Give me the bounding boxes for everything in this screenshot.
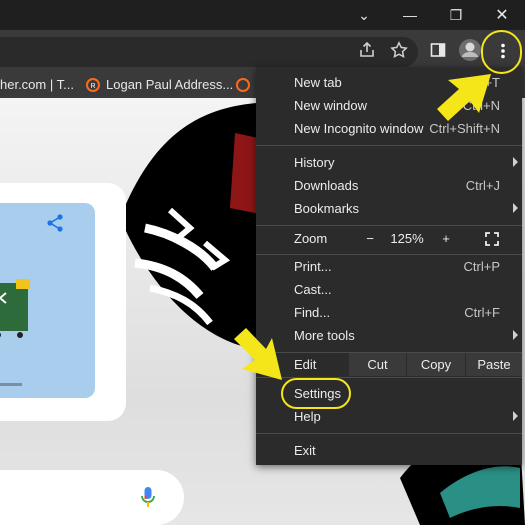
menu-item-new-window[interactable]: New window Ctrl+N <box>256 94 522 117</box>
browser-toolbar <box>0 30 525 72</box>
menu-item-label: Print... <box>294 259 332 274</box>
bookmark-favicon-icon: R <box>86 78 100 92</box>
microphone-icon[interactable] <box>140 486 156 508</box>
zoom-level: 125% <box>390 231 424 246</box>
bookmark-star-icon[interactable] <box>386 37 412 63</box>
menu-item-new-incognito-window[interactable]: New Incognito window Ctrl+Shift+N <box>256 117 522 140</box>
share-icon[interactable] <box>45 213 65 233</box>
menu-item-label: New window <box>294 98 367 113</box>
card-illustration <box>0 279 30 338</box>
menu-item-history[interactable]: History <box>256 151 522 174</box>
submenu-arrow-icon <box>513 157 518 167</box>
menu-item-bookmarks[interactable]: Bookmarks <box>256 197 522 220</box>
bookmark-item[interactable]: her.com | T... <box>0 77 74 92</box>
menu-item-label: New tab <box>294 75 342 90</box>
submenu-arrow-icon <box>513 330 518 340</box>
card-progress-line <box>0 383 22 386</box>
title-bar: ⌄ — ❐ ✕ <box>0 0 525 30</box>
zoom-in-button[interactable]: + <box>432 227 460 250</box>
highlight-circle-settings <box>281 378 351 409</box>
menu-separator <box>256 145 522 146</box>
menu-item-exit[interactable]: Exit <box>256 439 522 462</box>
bookmark-item[interactable]: Logan Paul Address... <box>106 77 233 92</box>
menu-item-label: More tools <box>294 328 355 343</box>
profile-avatar[interactable] <box>457 37 483 63</box>
side-panel-icon[interactable] <box>425 37 451 63</box>
restore-button[interactable]: ❐ <box>433 0 479 30</box>
svg-text:R: R <box>90 83 95 90</box>
fullscreen-icon[interactable] <box>478 227 506 250</box>
zoom-out-button[interactable]: − <box>356 227 384 250</box>
bookmark-favicon-icon <box>236 78 250 92</box>
menu-separator <box>256 433 522 434</box>
paste-button[interactable]: Paste <box>466 353 522 376</box>
close-button[interactable]: ✕ <box>479 0 525 30</box>
menu-item-label: History <box>294 155 335 170</box>
highlight-circle-more-menu <box>481 30 522 74</box>
menu-item-downloads[interactable]: Downloads Ctrl+J <box>256 174 522 197</box>
share-icon[interactable] <box>354 37 380 63</box>
minimize-button[interactable]: — <box>387 0 433 30</box>
menu-item-cast[interactable]: Cast... <box>256 278 522 301</box>
submenu-arrow-icon <box>513 203 518 213</box>
menu-item-more-tools[interactable]: More tools <box>256 324 522 347</box>
menu-item-shortcut: Ctrl+T <box>464 75 500 90</box>
menu-item-new-tab[interactable]: New tab Ctrl+T <box>256 71 522 94</box>
menu-item-shortcut: Ctrl+Shift+N <box>429 121 500 136</box>
menu-item-shortcut: Ctrl+P <box>463 259 500 274</box>
card-thumbnail <box>0 203 95 398</box>
copy-button[interactable]: Copy <box>407 353 465 376</box>
content-card[interactable] <box>0 183 126 421</box>
cut-button[interactable]: Cut <box>349 353 406 376</box>
menu-row-edit: Edit Cut Copy Paste <box>256 353 522 376</box>
menu-item-label: Help <box>294 409 321 424</box>
menu-item-label: New Incognito window <box>294 121 424 136</box>
menu-item-label: Bookmarks <box>294 201 360 216</box>
menu-item-shortcut: Ctrl+J <box>465 178 500 193</box>
menu-item-shortcut: Ctrl+F <box>464 305 500 320</box>
menu-separator <box>256 225 522 226</box>
menu-item-print[interactable]: Print... Ctrl+P <box>256 255 522 278</box>
menu-item-label: Find... <box>294 305 331 320</box>
menu-item-label: Edit <box>294 357 317 372</box>
menu-item-label: Cast... <box>294 282 332 297</box>
search-box[interactable] <box>0 470 184 525</box>
submenu-arrow-icon <box>513 411 518 421</box>
menu-item-label: Exit <box>294 443 316 458</box>
menu-item-label: Zoom <box>294 231 328 246</box>
menu-item-shortcut: Ctrl+N <box>462 98 500 113</box>
menu-item-label: Downloads <box>294 178 359 193</box>
menu-row-zoom: Zoom − 125% + <box>256 227 522 250</box>
tab-search-chevron-icon[interactable]: ⌄ <box>341 0 387 30</box>
menu-item-find[interactable]: Find... Ctrl+F <box>256 301 522 324</box>
